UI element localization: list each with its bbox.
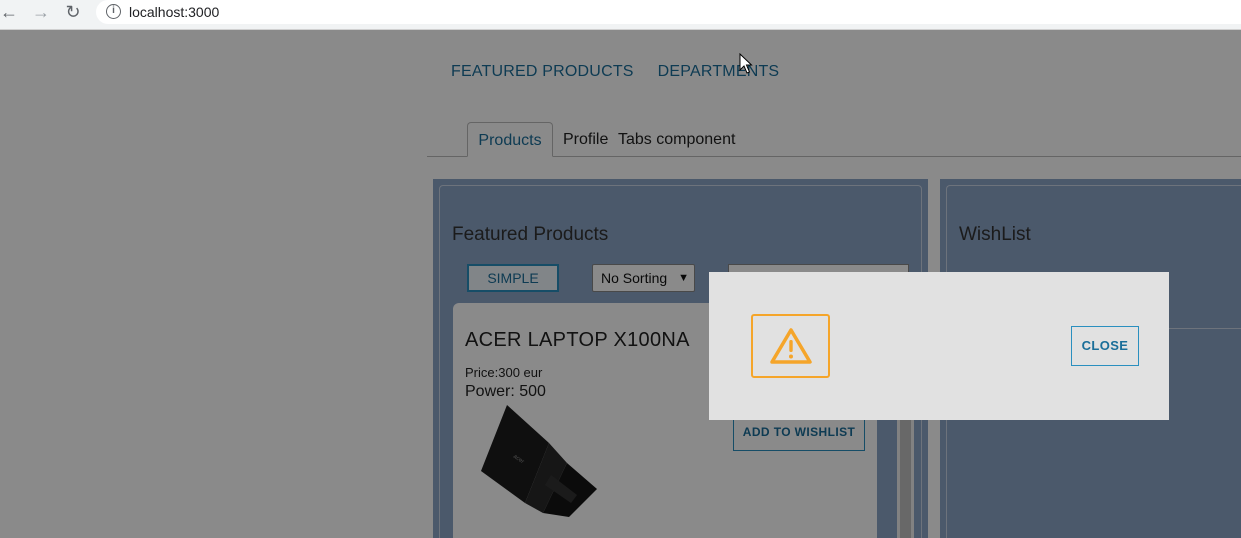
back-arrow-icon[interactable]: ←: [0, 1, 20, 23]
warning-icon: [751, 314, 830, 378]
address-bar[interactable]: i localhost:3000: [96, 0, 1241, 24]
info-icon[interactable]: i: [106, 4, 121, 19]
mouse-cursor-icon: [739, 53, 753, 74]
close-button[interactable]: CLOSE: [1071, 326, 1139, 366]
reload-icon[interactable]: ↻: [62, 1, 84, 23]
alert-dialog: CLOSE: [709, 272, 1169, 420]
url-text[interactable]: localhost:3000: [129, 4, 219, 20]
forward-arrow-icon[interactable]: →: [30, 1, 52, 23]
browser-toolbar: ← → ↻ i localhost:3000: [0, 0, 1241, 30]
warning-triangle-icon: [770, 328, 812, 364]
